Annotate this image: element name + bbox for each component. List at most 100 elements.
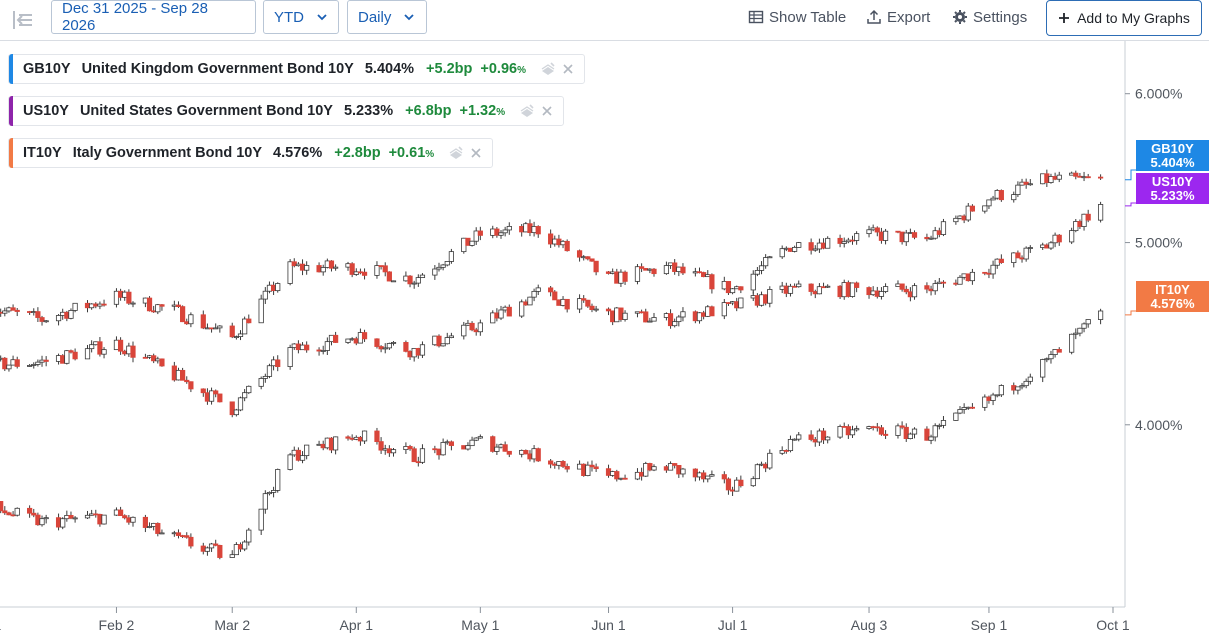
show-table-button[interactable]: Show Table <box>748 7 846 27</box>
collapse-menu-icon[interactable] <box>8 6 36 34</box>
candle-body <box>304 444 310 457</box>
candle-body <box>333 334 339 343</box>
candle-body <box>969 205 976 212</box>
price-chart[interactable]: 6.000% 5.000% 4.000% Jan 1 Feb 2 Mar 2 Apr 1 Ma… <box>0 41 1209 644</box>
candle-body <box>940 420 947 426</box>
export-button[interactable]: Export <box>866 7 930 27</box>
candle-body <box>275 283 281 292</box>
candle-body <box>411 448 417 463</box>
candle-body <box>477 230 483 236</box>
candle-body <box>390 280 397 283</box>
candle-body <box>407 275 413 285</box>
candle-body <box>982 205 988 212</box>
date-range-picker[interactable]: Dec 31 2025 - Sep 28 2026 <box>51 0 256 34</box>
candle-body <box>911 232 918 238</box>
hide-series-icon[interactable] <box>519 103 535 119</box>
candle-body <box>246 318 252 324</box>
series-color-swatch <box>9 54 13 84</box>
legend-change-pct: +0.96% <box>480 61 526 77</box>
price-tag-connector <box>1125 310 1136 316</box>
candle-body <box>68 310 74 319</box>
hide-series-icon[interactable] <box>448 145 464 161</box>
candle-body <box>324 341 330 351</box>
legend-change-pct-value: +1.32 <box>459 103 497 119</box>
candle-body <box>55 315 62 322</box>
x-tick-label: Aug 3 <box>851 617 888 633</box>
legend-row-it10y[interactable]: IT10Y Italy Government Bond 10Y 4.576% +… <box>8 138 494 168</box>
period-dropdown[interactable]: YTD <box>263 0 339 34</box>
candle-body <box>767 452 773 469</box>
candle-body <box>1048 354 1054 360</box>
candle-body <box>1027 183 1033 186</box>
candle-body <box>593 308 599 311</box>
candle-body <box>217 393 223 403</box>
candle-body <box>14 309 20 312</box>
candle-body <box>1027 247 1033 249</box>
show-table-label: Show Table <box>769 8 847 26</box>
legend-name: United Kingdom Government Bond 10Y <box>81 61 354 77</box>
candle-body <box>796 283 802 288</box>
candle-body <box>1056 234 1062 243</box>
candle-body <box>548 287 554 293</box>
candle-body <box>825 237 831 249</box>
legend-row-us10y[interactable]: US10Y United States Government Bond 10Y … <box>8 96 565 126</box>
candle-body <box>680 468 686 475</box>
candle-body <box>506 225 512 231</box>
date-range-label: Dec 31 2025 - Sep 28 2026 <box>62 0 208 34</box>
candle-body <box>117 339 124 352</box>
candle-body <box>709 274 715 290</box>
candle-body <box>651 466 657 471</box>
candle-body <box>469 240 475 246</box>
legend-row-gb10y[interactable]: GB10Y United Kingdom Government Bond 10Y… <box>8 54 585 84</box>
candle-body <box>535 448 541 462</box>
candle-body <box>957 276 963 285</box>
candle-body <box>361 332 368 340</box>
x-tick-label: Sep 1 <box>971 617 1008 633</box>
candle-body <box>448 335 454 338</box>
export-icon <box>867 9 881 24</box>
candle-body <box>957 409 963 414</box>
candle-body <box>374 338 380 347</box>
candle-body <box>837 426 843 438</box>
close-icon[interactable] <box>539 103 555 119</box>
candle-body <box>622 271 628 282</box>
candle-body <box>444 337 450 345</box>
close-icon[interactable] <box>560 61 576 77</box>
frequency-dropdown[interactable]: Daily <box>347 0 427 34</box>
close-icon[interactable] <box>468 145 484 161</box>
candle-body <box>246 385 252 394</box>
chevron-down-icon <box>404 14 414 21</box>
legend-change-pct-unit: % <box>517 65 526 76</box>
candle-body <box>0 501 4 512</box>
candle-body <box>130 302 136 305</box>
candle-body <box>523 449 529 455</box>
candle-body <box>477 436 483 439</box>
candle-body <box>159 532 165 535</box>
x-tick-label: Oct 1 <box>1096 617 1130 633</box>
candle-body <box>928 436 934 441</box>
candle-body <box>461 324 467 337</box>
candle-body <box>779 248 785 258</box>
candle-body <box>275 469 281 491</box>
candle-body <box>1097 204 1104 221</box>
candle-body <box>180 306 186 323</box>
y-tick-label: 6.000% <box>1135 86 1182 102</box>
add-to-my-graphs-button[interactable]: Add to My Graphs <box>1046 0 1202 36</box>
candle-body <box>564 298 570 310</box>
candle-body <box>643 311 649 323</box>
legend-change-bp: +6.8bp <box>405 103 452 119</box>
candle-body <box>576 250 583 258</box>
price-tag-symbol: IT10Y <box>1155 281 1190 297</box>
settings-button[interactable]: Settings <box>952 7 1027 27</box>
candle-body <box>101 349 107 355</box>
candle-body <box>386 271 392 282</box>
period-label: YTD <box>274 8 304 26</box>
candle-body <box>14 507 20 516</box>
candle-body <box>849 429 856 436</box>
candle-body <box>758 265 765 271</box>
candle-body <box>403 342 409 352</box>
candle-body <box>725 478 732 491</box>
hide-series-icon[interactable] <box>540 61 556 77</box>
candle-body <box>721 302 727 317</box>
price-tag-connector <box>1125 202 1136 207</box>
